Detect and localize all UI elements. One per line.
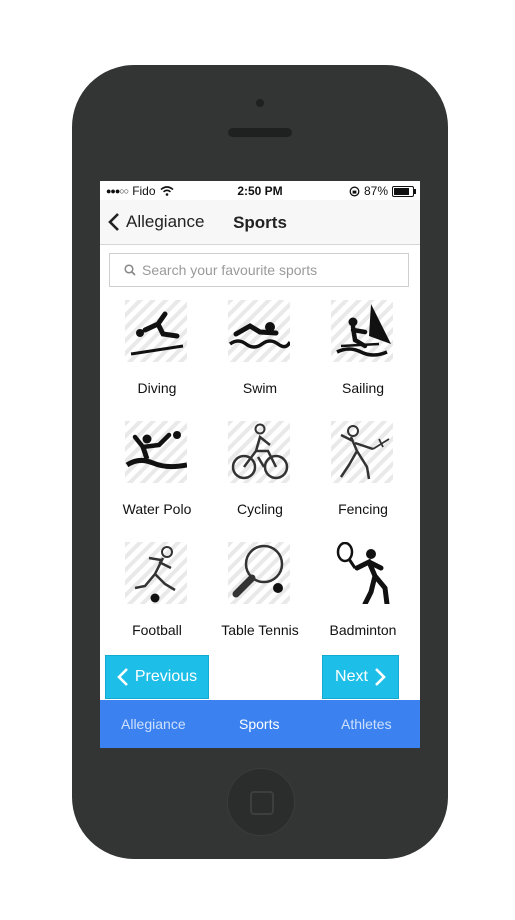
- table-tennis-icon: [228, 542, 290, 604]
- sport-tile-diving[interactable]: Diving: [105, 298, 209, 416]
- tab-allegiance[interactable]: Allegiance: [121, 716, 186, 732]
- sport-label: Swim: [242, 380, 278, 396]
- chevron-left-icon: [117, 668, 128, 686]
- tab-bar: Allegiance Sports Athletes: [100, 700, 420, 748]
- battery-icon: [392, 185, 416, 197]
- sport-label: Diving: [137, 380, 177, 396]
- page-title: Sports: [233, 213, 287, 232]
- search-icon: [124, 264, 136, 276]
- sport-tile-football[interactable]: Football: [105, 540, 209, 658]
- water-polo-icon: [125, 421, 187, 483]
- sport-tile-sailing[interactable]: Sailing: [311, 298, 415, 416]
- swim-icon: [228, 300, 290, 362]
- previous-button[interactable]: Previous: [105, 655, 209, 699]
- tab-athletes[interactable]: Athletes: [341, 716, 392, 732]
- cycling-icon: [228, 421, 290, 483]
- search-input[interactable]: [142, 262, 382, 278]
- tab-sports[interactable]: Sports: [239, 716, 279, 732]
- sport-tile-swim[interactable]: Swim: [208, 298, 312, 416]
- rotation-lock-icon: [349, 186, 360, 196]
- search-bar[interactable]: [109, 253, 409, 287]
- home-square-icon: [250, 791, 274, 815]
- diving-icon: [125, 300, 187, 362]
- football-icon: [125, 542, 187, 604]
- next-label: Next: [335, 668, 368, 685]
- fencing-icon: [331, 421, 393, 483]
- badminton-icon: [336, 542, 390, 604]
- sailing-icon: [331, 300, 393, 362]
- home-button[interactable]: [227, 768, 295, 836]
- sport-label: Water Polo: [122, 501, 192, 517]
- previous-label: Previous: [134, 668, 198, 685]
- status-bar: ●●●○○ Fido 2:50 PM 87%: [100, 181, 420, 200]
- sport-label: Fencing: [338, 501, 388, 517]
- speaker-grille: [228, 128, 292, 137]
- sport-label: Badminton: [329, 622, 397, 638]
- sport-tile-table-tennis[interactable]: Table Tennis: [208, 540, 312, 658]
- sport-tile-water-polo[interactable]: Water Polo: [105, 419, 209, 537]
- next-button[interactable]: Next: [322, 655, 399, 699]
- sport-label: Cycling: [237, 501, 283, 517]
- navigation-bar: Allegiance Sports: [100, 200, 420, 245]
- sport-label: Sailing: [341, 380, 385, 396]
- sport-tile-badminton[interactable]: Badminton: [311, 540, 415, 658]
- chevron-right-icon: [375, 668, 386, 686]
- sport-tile-fencing[interactable]: Fencing: [311, 419, 415, 537]
- sport-label: Football: [132, 622, 182, 638]
- sport-label: Table Tennis: [221, 622, 299, 638]
- app-screen: ●●●○○ Fido 2:50 PM 87% Allegiance Sports: [100, 181, 420, 748]
- battery-percent: 87%: [363, 184, 388, 198]
- camera-icon: [256, 99, 264, 107]
- sport-tile-cycling[interactable]: Cycling: [208, 419, 312, 537]
